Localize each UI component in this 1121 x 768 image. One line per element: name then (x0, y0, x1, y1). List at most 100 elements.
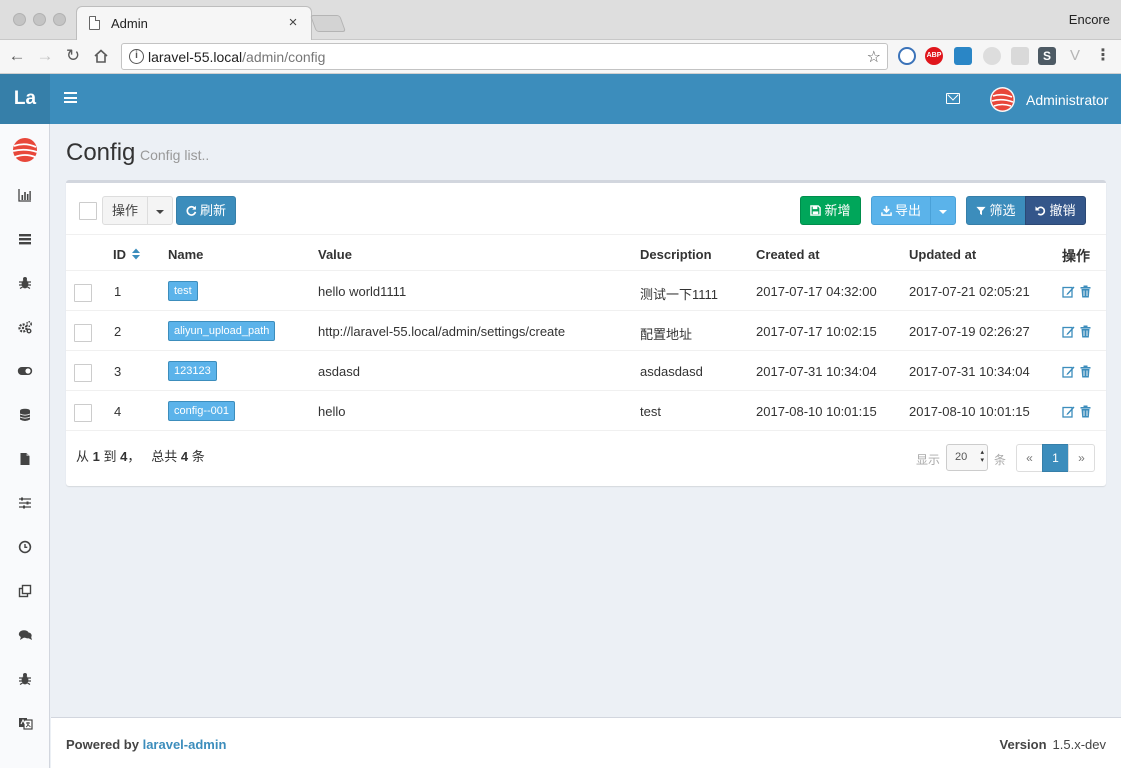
per-page-select[interactable]: 20 (946, 444, 988, 471)
app-header: La Administrator (0, 74, 1121, 124)
bug-icon (19, 673, 31, 686)
page-title: Config (66, 139, 136, 166)
refresh-button[interactable]: 刷新 (176, 196, 236, 225)
sidebar (0, 124, 50, 768)
batch-actions-button[interactable]: 操作 (102, 196, 148, 225)
window-zoom-button[interactable] (53, 13, 66, 26)
extension-globe-icon[interactable] (898, 47, 916, 65)
row-checkbox[interactable] (74, 284, 92, 302)
pagination-page-1[interactable]: 1 (1042, 444, 1069, 472)
refresh-icon (186, 205, 197, 216)
sidebar-item-config[interactable] (0, 316, 50, 340)
row-checkbox[interactable] (74, 404, 92, 422)
edit-icon[interactable] (1062, 285, 1075, 298)
trash-icon[interactable] (1079, 405, 1092, 418)
url-text: laravel-55.local/admin/config (148, 49, 326, 65)
table-divider (66, 234, 1106, 235)
sidebar-item-messages[interactable] (0, 624, 50, 648)
sidebar-item-exceptions[interactable] (0, 668, 50, 692)
row-name-label: test (168, 281, 198, 301)
pagination-next[interactable]: » (1068, 444, 1095, 472)
sidebar-item-admin[interactable] (0, 228, 50, 252)
row-description: asdasdasd (640, 364, 703, 379)
laravel-admin-link[interactable]: laravel-admin (143, 737, 227, 752)
reload-icon[interactable]: ↻ (62, 45, 84, 67)
export-dropdown[interactable] (930, 196, 956, 225)
row-id: 3 (114, 364, 122, 379)
browser-profile-name[interactable]: Encore (1069, 12, 1110, 27)
column-header-id[interactable]: ID (113, 247, 140, 262)
column-header-description: Description (640, 247, 712, 262)
pagination-prev[interactable]: « (1016, 444, 1043, 472)
browser-tab-strip: Admin × Encore (0, 0, 1121, 40)
envelope-icon[interactable] (946, 93, 960, 104)
row-created-at: 2017-08-10 10:01:15 (756, 404, 877, 419)
sidebar-item-translations[interactable] (0, 712, 50, 736)
sidebar-item-settings[interactable] (0, 492, 50, 516)
edit-icon[interactable] (1062, 405, 1075, 418)
row-id: 4 (114, 404, 122, 419)
browser-tab-admin[interactable]: Admin × (76, 6, 312, 40)
reset-button[interactable]: 撤销 (1025, 196, 1086, 225)
home-icon[interactable] (90, 45, 112, 67)
window-minimize-button[interactable] (33, 13, 46, 26)
column-header-updated-at: Updated at (909, 247, 977, 262)
sidebar-item-dashboard[interactable] (0, 184, 50, 208)
extension-v-icon[interactable]: V (1066, 47, 1084, 65)
toggle-on-icon (17, 367, 33, 375)
clone-icon (18, 584, 32, 598)
trash-icon[interactable] (1079, 365, 1092, 378)
user-avatar[interactable] (990, 87, 1015, 112)
sidebar-user-avatar (12, 137, 38, 163)
browser-menu-icon[interactable]: ⋮ (1095, 47, 1111, 65)
window-close-button[interactable] (13, 13, 26, 26)
tab-close-icon[interactable]: × (285, 14, 301, 31)
extension-s-icon[interactable]: S (1038, 47, 1056, 65)
address-bar[interactable]: i laravel-55.local/admin/config ☆ (121, 43, 888, 70)
table-divider (66, 350, 1106, 351)
row-updated-at: 2017-07-31 10:34:04 (909, 364, 1030, 379)
column-header-created-at: Created at (756, 247, 820, 262)
sidebar-item-helpers[interactable] (0, 272, 50, 296)
sidebar-item-database[interactable] (0, 404, 50, 428)
bookmark-star-icon[interactable]: ☆ (867, 47, 881, 67)
sidebar-item-scheduling[interactable] (0, 536, 50, 560)
batch-actions-dropdown[interactable] (147, 196, 173, 225)
trash-icon[interactable] (1079, 325, 1092, 338)
forward-arrow-icon[interactable]: → (34, 45, 56, 67)
edit-icon[interactable] (1062, 325, 1075, 338)
site-info-icon[interactable]: i (129, 49, 144, 64)
app-logo[interactable]: La (0, 74, 50, 124)
select-all-checkbox[interactable] (79, 202, 97, 220)
edit-icon[interactable] (1062, 365, 1075, 378)
back-arrow-icon[interactable]: ← (6, 45, 28, 67)
user-name[interactable]: Administrator (1026, 92, 1108, 108)
create-button[interactable]: 新增 (800, 196, 861, 225)
sidebar-item-backup[interactable] (0, 580, 50, 604)
row-value: hello (318, 404, 346, 419)
extension-circle-icon[interactable] (983, 47, 1001, 65)
filter-button[interactable]: 筛选 (966, 196, 1026, 225)
column-header-actions: 操作 (1062, 248, 1090, 264)
browser-toolbar: ← → ↻ i laravel-55.local/admin/config ☆ … (0, 40, 1121, 74)
export-button[interactable]: 导出 (871, 196, 931, 225)
sidebar-toggle-icon[interactable] (64, 92, 77, 103)
trash-icon[interactable] (1079, 285, 1092, 298)
clock-icon (18, 540, 32, 554)
row-id: 1 (114, 284, 122, 299)
version-info: Version 1.5.x-dev (999, 737, 1106, 752)
per-page-unit: 条 (994, 453, 1007, 467)
table-divider (66, 270, 1106, 271)
extension-square-icon[interactable] (954, 47, 972, 65)
new-tab-button[interactable] (309, 15, 347, 32)
row-created-at: 2017-07-17 04:32:00 (756, 284, 877, 299)
filter-icon (976, 206, 987, 216)
sidebar-item-files[interactable] (0, 448, 50, 472)
pagination-summary: 从 1 到 4， 总共 4 条 (76, 449, 205, 464)
extension-grid-icon[interactable] (1011, 47, 1029, 65)
page-subtitle: Config list.. (140, 147, 210, 163)
sidebar-item-toggle[interactable] (0, 360, 50, 384)
row-checkbox[interactable] (74, 364, 92, 382)
row-checkbox[interactable] (74, 324, 92, 342)
extension-adblock-icon[interactable]: ABP (925, 47, 943, 65)
